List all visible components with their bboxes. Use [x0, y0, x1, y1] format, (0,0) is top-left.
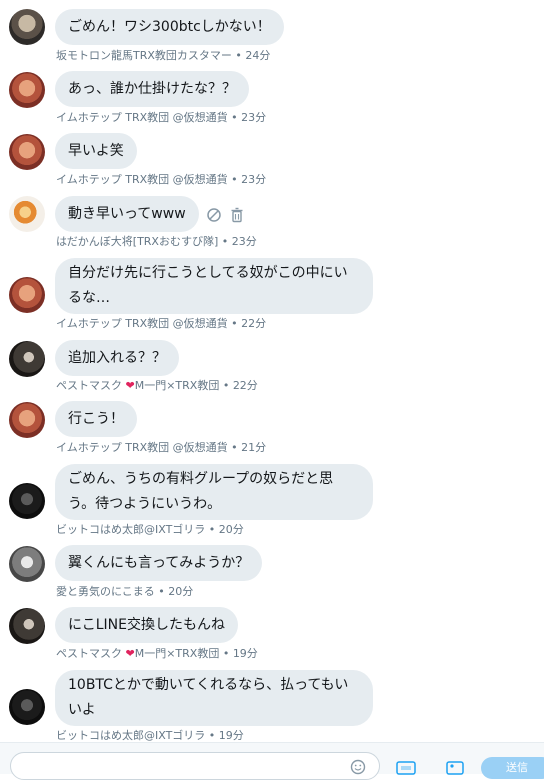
author-name[interactable]: ペストマスク ❤M一門×TRX教団 — [56, 379, 219, 392]
message-thread: ごめん！ワシ300btcしかない！ 坂モトロン龍馬TRX教団カスタマー • 24… — [0, 0, 544, 742]
message-meta: 坂モトロン龍馬TRX教団カスタマー • 24分 — [56, 49, 271, 62]
timestamp: 19分 — [232, 647, 258, 660]
timestamp: 20分 — [218, 523, 244, 536]
send-button[interactable]: 送信 — [481, 757, 544, 779]
message-bubble: あっ、誰か仕掛けたな？？ — [55, 71, 249, 107]
message-meta: イムホテップ TRX教団 @仮想通貨 • 21分 — [56, 441, 267, 454]
timestamp: 22分 — [232, 379, 258, 392]
timestamp: 24分 — [245, 49, 271, 62]
timestamp: 21分 — [241, 441, 267, 454]
timestamp: 19分 — [218, 729, 244, 742]
message-bubble: ごめん、うちの有料グループの奴らだと思 う。待つようにいうわ。 — [55, 464, 373, 520]
author-name[interactable]: イムホテップ TRX教団 @仮想通貨 — [56, 441, 228, 454]
message-meta: ペストマスク ❤M一門×TRX教団 • 22分 — [56, 379, 258, 392]
author-name[interactable]: ビットコはめ太郎@IXTゴリラ — [56, 523, 205, 536]
message-line: 10BTCとかで動いてくれるなら、払ってもい — [68, 677, 349, 693]
message-meta: ペストマスク ❤M一門×TRX教団 • 19分 — [56, 647, 258, 660]
message-bubble: 翼くんにも言ってみようか？ — [55, 545, 263, 581]
message-bubble: 10BTCとかで動いてくれるなら、払ってもい いよ — [55, 670, 373, 726]
avatar[interactable] — [9, 402, 45, 438]
author-name[interactable]: イムホテップ TRX教団 @仮想通貨 — [56, 173, 228, 186]
timestamp: 23分 — [241, 111, 267, 124]
heart-icon: ❤ — [125, 647, 135, 660]
message-bubble: 動き早いってwww — [55, 196, 199, 232]
author-name[interactable]: イムホテップ TRX教団 @仮想通貨 — [56, 111, 228, 124]
message-composer: 送信 — [0, 742, 544, 780]
avatar[interactable] — [9, 9, 45, 45]
message-bubble: にこLINE交換したもんね — [55, 607, 238, 643]
message-bubble: 自分だけ先に行こうとしてる奴がこの中にい るな… — [55, 258, 373, 314]
avatar[interactable] — [9, 546, 45, 582]
message-line: るな… — [68, 290, 110, 306]
message-bubble: 追加入れる？？ — [55, 340, 179, 376]
author-name[interactable]: イムホテップ TRX教団 @仮想通貨 — [56, 317, 228, 330]
timestamp: 20分 — [168, 585, 194, 598]
author-name[interactable]: 愛と勇気のにこまる — [56, 585, 155, 598]
message-line: いよ — [68, 702, 96, 718]
timestamp: 23分 — [241, 173, 267, 186]
author-name[interactable]: 坂モトロン龍馬TRX教団カスタマー — [56, 49, 232, 62]
block-icon[interactable] — [206, 207, 222, 223]
heart-icon: ❤ — [125, 379, 135, 392]
message-meta: ビットコはめ太郎@IXTゴリラ • 19分 — [56, 729, 244, 742]
timestamp: 23分 — [231, 235, 257, 248]
message-meta: イムホテップ TRX教団 @仮想通貨 • 22分 — [56, 317, 267, 330]
message-meta: イムホテップ TRX教団 @仮想通貨 • 23分 — [56, 111, 267, 124]
avatar[interactable] — [9, 196, 45, 232]
avatar[interactable] — [9, 341, 45, 377]
avatar[interactable] — [9, 483, 45, 519]
avatar[interactable] — [9, 277, 45, 313]
message-meta: はだかんぼ大将[TRXおむすび隊] • 23分 — [56, 235, 257, 248]
trash-icon[interactable] — [229, 207, 245, 223]
author-name[interactable]: ペストマスク ❤M一門×TRX教団 — [56, 647, 219, 660]
message-bubble: 早いよ笑 — [55, 133, 137, 169]
message-input[interactable] — [10, 752, 380, 780]
message-line: 自分だけ先に行こうとしてる奴がこの中にい — [68, 265, 348, 281]
avatar[interactable] — [9, 689, 45, 725]
message-meta: ビットコはめ太郎@IXTゴリラ • 20分 — [56, 523, 244, 536]
message-line: ごめん、うちの有料グループの奴らだと思 — [68, 471, 334, 487]
author-name[interactable]: ビットコはめ太郎@IXTゴリラ — [56, 729, 205, 742]
message-line: う。待つようにいうわ。 — [68, 496, 222, 512]
avatar[interactable] — [9, 134, 45, 170]
message-bubble: 行こう！ — [55, 401, 137, 437]
avatar[interactable] — [9, 72, 45, 108]
message-meta: イムホテップ TRX教団 @仮想通貨 • 23分 — [56, 173, 267, 186]
message-bubble: ごめん！ワシ300btcしかない！ — [55, 9, 284, 45]
avatar[interactable] — [9, 608, 45, 644]
message-meta: 愛と勇気のにこまる • 20分 — [56, 585, 194, 598]
timestamp: 22分 — [241, 317, 267, 330]
author-name[interactable]: はだかんぼ大将[TRXおむすび隊] — [56, 235, 218, 248]
